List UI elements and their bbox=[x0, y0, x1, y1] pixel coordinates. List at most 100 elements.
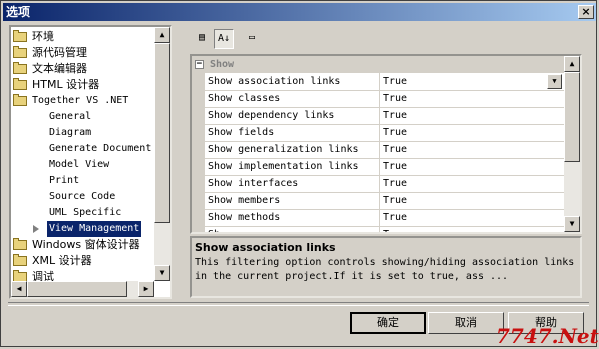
column-divider[interactable] bbox=[379, 90, 380, 107]
row-gutter bbox=[192, 209, 205, 226]
folder-icon bbox=[13, 238, 27, 250]
property-row[interactable]: Show association links True ▼ bbox=[192, 73, 564, 91]
watermark: 7747.Net bbox=[496, 324, 599, 348]
column-divider[interactable] bbox=[379, 226, 380, 232]
folder-icon bbox=[13, 78, 27, 90]
ok-button[interactable]: 确定 bbox=[350, 312, 426, 334]
scroll-thumb[interactable] bbox=[27, 281, 127, 297]
tree-item-label: 调试 bbox=[32, 270, 54, 281]
tree-item-label: UML Specific bbox=[49, 207, 122, 218]
property-name: Show fields bbox=[208, 127, 275, 138]
row-gutter bbox=[192, 141, 205, 158]
row-gutter bbox=[192, 158, 205, 175]
property-row[interactable]: Show interfaces True bbox=[192, 175, 564, 193]
column-divider[interactable] bbox=[379, 209, 380, 226]
property-row[interactable]: Show classes True bbox=[192, 90, 564, 108]
property-row[interactable]: Show fields True bbox=[192, 124, 564, 142]
property-value[interactable]: True bbox=[383, 107, 407, 124]
folder-icon bbox=[13, 30, 27, 42]
row-gutter bbox=[192, 175, 205, 192]
row-gutter bbox=[192, 192, 205, 209]
row-gutter bbox=[192, 226, 205, 232]
open-folder-icon bbox=[13, 94, 27, 106]
scroll-thumb[interactable] bbox=[154, 43, 170, 223]
property-row[interactable]: Show methods True bbox=[192, 209, 564, 227]
row-gutter bbox=[192, 124, 205, 141]
column-divider[interactable] bbox=[379, 124, 380, 141]
property-value[interactable]: True bbox=[383, 158, 407, 175]
title-bar: 选项 × bbox=[3, 3, 596, 21]
scroll-down-button[interactable]: ▼ bbox=[564, 216, 580, 232]
property-value[interactable]: True bbox=[383, 141, 407, 158]
column-divider[interactable] bbox=[379, 73, 380, 90]
tree-item-label: View Management bbox=[47, 221, 142, 237]
tree-item-label: 源代码管理 bbox=[32, 46, 87, 59]
property-value[interactable]: True bbox=[383, 90, 407, 107]
tree-item-label: Windows 窗体设计器 bbox=[32, 238, 140, 251]
scroll-up-button[interactable]: ▲ bbox=[564, 56, 580, 72]
folder-icon bbox=[13, 46, 27, 58]
scroll-down-button[interactable]: ▼ bbox=[154, 265, 170, 281]
property-value[interactable]: True bbox=[383, 192, 407, 209]
property-name: Show association links bbox=[208, 76, 341, 87]
property-name: Show implementation links bbox=[208, 161, 359, 172]
property-toolbar: ▤ A↓ ▭ bbox=[190, 28, 582, 50]
property-name: Show dependency links bbox=[208, 110, 335, 121]
property-pages-button[interactable]: ▭ bbox=[242, 29, 262, 49]
collapse-icon[interactable]: − bbox=[195, 60, 204, 69]
scroll-thumb[interactable] bbox=[564, 72, 580, 162]
scroll-right-button[interactable]: ▶ bbox=[138, 281, 154, 297]
property-name: Show generalization links bbox=[208, 144, 359, 155]
folder-icon bbox=[13, 270, 27, 281]
column-divider[interactable] bbox=[379, 175, 380, 192]
property-grid: − Show Show association links True ▼ Sho… bbox=[190, 54, 582, 234]
description-pane: Show association links This filtering op… bbox=[190, 236, 582, 298]
category-label: Show bbox=[210, 59, 235, 70]
options-tree[interactable]: 环境 源代码管理 文本编辑器 HTML 设计器 Together VS .NET… bbox=[9, 25, 172, 299]
property-name: Show interfaces bbox=[208, 178, 299, 189]
scroll-left-button[interactable]: ◀ bbox=[11, 281, 27, 297]
column-divider[interactable] bbox=[379, 158, 380, 175]
tree-item-label: Generate Document bbox=[49, 143, 152, 154]
property-row[interactable]: Show members True bbox=[192, 192, 564, 210]
property-name: Show classes bbox=[208, 93, 281, 104]
tree-item-label: XML 设计器 bbox=[32, 254, 92, 267]
folder-icon bbox=[13, 62, 27, 74]
property-value[interactable]: True bbox=[383, 175, 407, 192]
grid-vertical-scrollbar[interactable]: ▲ ▼ bbox=[564, 56, 580, 232]
property-name: Sh bbox=[208, 226, 378, 232]
cancel-button[interactable]: 取消 bbox=[428, 312, 504, 334]
property-row[interactable]: Show generalization links True bbox=[192, 141, 564, 159]
property-row[interactable]: Show dependency links True bbox=[192, 107, 564, 125]
categorized-button[interactable]: ▤ bbox=[192, 29, 212, 49]
scroll-up-button[interactable]: ▲ bbox=[154, 27, 170, 43]
close-button[interactable]: × bbox=[578, 5, 594, 19]
tree-item-label: Source Code bbox=[49, 191, 116, 202]
dropdown-arrow-button[interactable]: ▼ bbox=[547, 74, 562, 89]
tree-horizontal-scrollbar[interactable]: ◀ ▶ bbox=[11, 281, 154, 297]
property-value[interactable]: T bbox=[383, 226, 389, 232]
property-row[interactable]: Show implementation links True bbox=[192, 158, 564, 176]
column-divider[interactable] bbox=[379, 192, 380, 209]
column-divider[interactable] bbox=[379, 141, 380, 158]
row-gutter bbox=[192, 90, 205, 107]
property-name: Show methods bbox=[208, 212, 281, 223]
column-divider[interactable] bbox=[379, 107, 380, 124]
description-title: Show association links bbox=[195, 241, 336, 254]
tree-items: 环境 源代码管理 文本编辑器 HTML 设计器 Together VS .NET… bbox=[11, 27, 154, 281]
separator bbox=[8, 302, 589, 306]
property-value[interactable]: True bbox=[383, 73, 407, 90]
tree-item-label: Model View bbox=[49, 159, 110, 170]
property-value[interactable]: True bbox=[383, 209, 407, 226]
alphabetical-button[interactable]: A↓ bbox=[214, 29, 234, 49]
tree-item-label: Together VS .NET bbox=[32, 95, 129, 106]
category-show[interactable]: − Show bbox=[192, 56, 564, 73]
tree-item-label: HTML 设计器 bbox=[32, 78, 100, 91]
folder-icon bbox=[13, 254, 27, 266]
window-title: 选项 bbox=[6, 5, 31, 19]
property-row-partial[interactable]: Sh T bbox=[192, 226, 564, 232]
tree-vertical-scrollbar[interactable]: ▲ ▼ bbox=[154, 27, 170, 281]
property-value[interactable]: True bbox=[383, 124, 407, 141]
property-name: Show members bbox=[208, 195, 281, 206]
tree-item-label: 环境 bbox=[32, 30, 54, 43]
